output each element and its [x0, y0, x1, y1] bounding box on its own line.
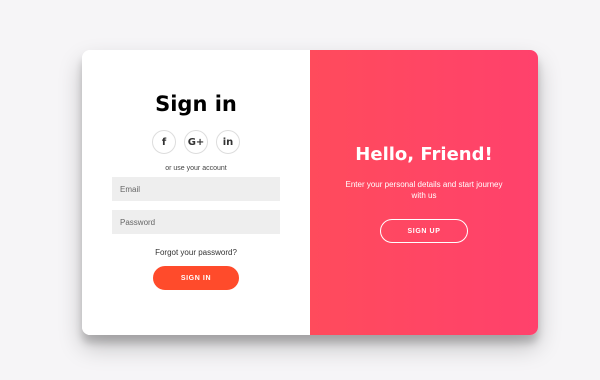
- sign-in-button[interactable]: SIGN IN: [153, 266, 239, 290]
- password-field[interactable]: [112, 210, 280, 234]
- sign-in-title: Sign in: [155, 92, 237, 116]
- overlay-description: Enter your personal details and start jo…: [345, 180, 503, 200]
- use-account-text: or use your account: [165, 165, 227, 172]
- overlay-title: Hello, Friend!: [355, 144, 493, 165]
- sign-in-panel: Sign in f G+ in or use your account Forg…: [82, 50, 310, 335]
- sign-up-button[interactable]: SIGN UP: [380, 219, 468, 243]
- google-plus-label: G+: [187, 136, 205, 148]
- overlay-panel: Hello, Friend! Enter your personal detai…: [310, 50, 538, 335]
- email-field[interactable]: [112, 177, 280, 201]
- facebook-label: f: [161, 136, 167, 148]
- google-plus-icon[interactable]: G+: [184, 130, 208, 154]
- linkedin-icon[interactable]: in: [216, 130, 240, 154]
- linkedin-label: in: [222, 136, 234, 148]
- forgot-password-link[interactable]: Forgot your password?: [82, 248, 310, 257]
- social-buttons: f G+ in: [82, 130, 310, 154]
- auth-card: Sign in f G+ in or use your account Forg…: [82, 50, 538, 335]
- facebook-icon[interactable]: f: [152, 130, 176, 154]
